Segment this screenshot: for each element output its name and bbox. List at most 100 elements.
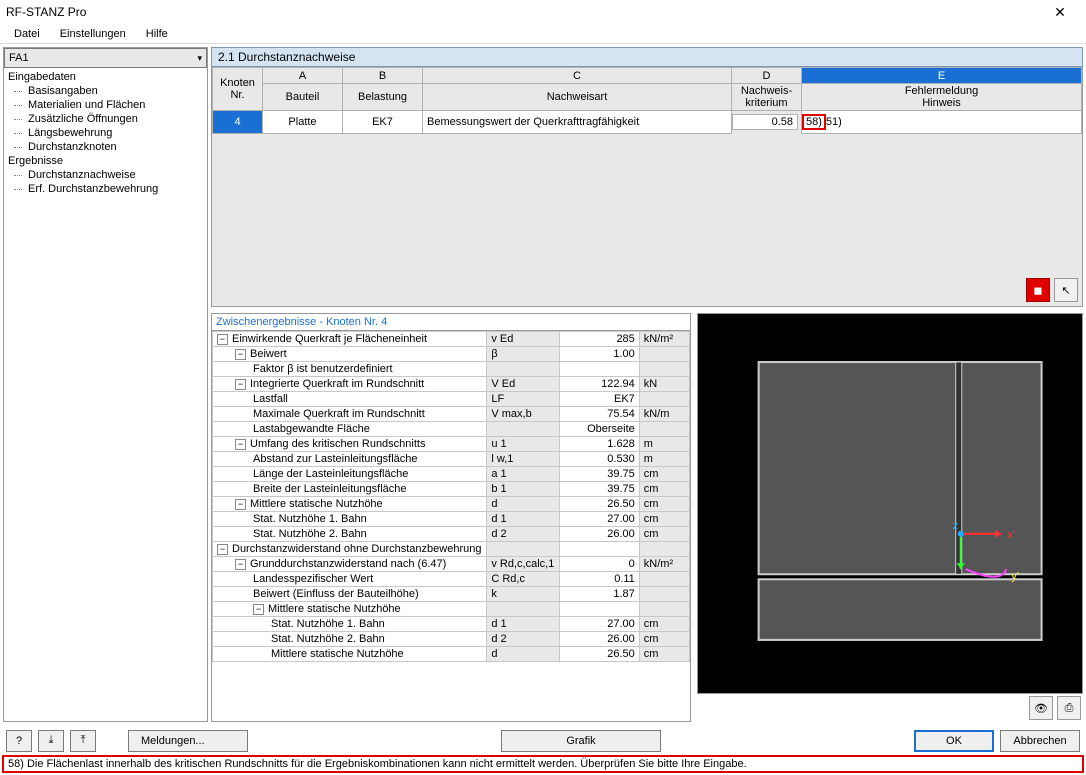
tree-toggle-icon[interactable]: −	[235, 379, 246, 390]
col-letter[interactable]: C	[423, 68, 732, 84]
grafik-button[interactable]: Grafik	[501, 730, 661, 752]
detail-row[interactable]: −Beiwertβ1.00	[213, 347, 690, 362]
tree-toggle-icon[interactable]: −	[235, 349, 246, 360]
detail-symbol: l w,1	[487, 452, 559, 467]
detail-row[interactable]: Länge der Lasteinleitungsflächea 139.75c…	[213, 467, 690, 482]
titlebar: RF-STANZ Pro ✕	[0, 0, 1086, 24]
detail-value: 27.00	[559, 617, 639, 632]
tree-toggle-icon[interactable]: −	[235, 499, 246, 510]
help-icon: ?	[16, 735, 22, 747]
detail-symbol: a 1	[487, 467, 559, 482]
export-button[interactable]: ⤓	[38, 730, 64, 752]
error-filter-button[interactable]: ◼	[1026, 278, 1050, 302]
meldungen-button[interactable]: Meldungen...	[128, 730, 248, 752]
detail-label: Abstand zur Lasteinleitungsfläche	[213, 452, 487, 467]
detail-symbol: d 2	[487, 527, 559, 542]
tree-item[interactable]: Durchstanzknoten	[4, 140, 207, 154]
col-letter[interactable]: D	[732, 68, 802, 84]
tree-toggle-icon[interactable]: −	[235, 559, 246, 570]
detail-row[interactable]: Beiwert (Einfluss der Bauteilhöhe)k1.87	[213, 587, 690, 602]
detail-row[interactable]: −Einwirkende Querkraft je Flächeneinheit…	[213, 332, 690, 347]
tree-item[interactable]: Basisangaben	[4, 84, 207, 98]
detail-row[interactable]: Stat. Nutzhöhe 1. Bahnd 127.00cm	[213, 512, 690, 527]
detail-symbol	[487, 542, 559, 557]
menu-file[interactable]: Datei	[4, 28, 50, 40]
cell-kriterium: 0.58	[732, 114, 798, 130]
detail-row[interactable]: Stat. Nutzhöhe 2. Bahnd 226.00cm	[213, 632, 690, 647]
button-bar: ? ⤓ ⤒ Meldungen... Grafik OK Abbrechen	[0, 725, 1086, 755]
detail-row[interactable]: Mittlere statische Nutzhöhed26.50cm	[213, 647, 690, 662]
tree-item[interactable]: Durchstanznachweise	[4, 168, 207, 182]
detail-label: Mittlere statische Nutzhöhe	[213, 647, 487, 662]
detail-symbol: u 1	[487, 437, 559, 452]
detail-row[interactable]: Breite der Lasteinleitungsflächeb 139.75…	[213, 482, 690, 497]
graphics-viewport[interactable]: x' z y'	[697, 313, 1083, 694]
menu-settings[interactable]: Einstellungen	[50, 28, 136, 40]
fa-select[interactable]: FA1 ▾	[4, 48, 207, 68]
results-grid[interactable]: KnotenNr. A B C D E Bauteil Belastung Na…	[212, 67, 1082, 134]
col-header: Belastung	[343, 84, 423, 111]
detail-row[interactable]: Lastabgewandte FlächeOberseite	[213, 422, 690, 437]
pick-button[interactable]: ↖	[1054, 278, 1078, 302]
tree-toggle-icon[interactable]: −	[217, 334, 228, 345]
detail-scroll[interactable]: −Einwirkende Querkraft je Flächeneinheit…	[212, 331, 690, 721]
ok-button[interactable]: OK	[914, 730, 994, 752]
help-button[interactable]: ?	[6, 730, 32, 752]
detail-value	[559, 602, 639, 617]
col-header: Nachweis- kriterium	[732, 84, 802, 111]
detail-row[interactable]: −Mittlere statische Nutzhöhe	[213, 602, 690, 617]
col-letter[interactable]: E	[802, 68, 1082, 84]
import-button[interactable]: ⤒	[70, 730, 96, 752]
tree-item[interactable]: Erf. Durchstanzbewehrung	[4, 182, 207, 196]
detail-row[interactable]: Maximale Querkraft im RundschnittV max,b…	[213, 407, 690, 422]
close-icon[interactable]: ✕	[1040, 4, 1080, 21]
eye-icon: 👁	[1034, 702, 1048, 715]
tree-toggle-icon[interactable]: −	[235, 439, 246, 450]
detail-unit	[639, 392, 689, 407]
detail-value: Oberseite	[559, 422, 639, 437]
chevron-down-icon: ▾	[197, 53, 202, 64]
tree-item[interactable]: Zusätzliche Öffnungen	[4, 112, 207, 126]
detail-row[interactable]: Faktor β ist benutzerdefiniert	[213, 362, 690, 377]
detail-unit: cm	[639, 497, 689, 512]
detail-value: 39.75	[559, 482, 639, 497]
print-gfx-button[interactable]: ⎙	[1057, 696, 1081, 720]
detail-unit: m	[639, 452, 689, 467]
window-title: RF-STANZ Pro	[6, 5, 1040, 19]
detail-value	[559, 542, 639, 557]
detail-row[interactable]: Abstand zur Lasteinleitungsflächel w,10.…	[213, 452, 690, 467]
col-letter[interactable]: A	[263, 68, 343, 84]
tree-header-input[interactable]: Eingabedaten	[4, 70, 207, 84]
detail-unit	[639, 347, 689, 362]
tree-toggle-icon[interactable]: −	[253, 604, 264, 615]
col-letter[interactable]: B	[343, 68, 423, 84]
view-button[interactable]: 👁	[1029, 696, 1053, 720]
detail-value: 26.00	[559, 527, 639, 542]
export-icon: ⤓	[49, 734, 54, 747]
axis-y-label: y'	[1011, 570, 1019, 582]
detail-row[interactable]: −Integrierte Querkraft im RundschnittV E…	[213, 377, 690, 392]
tree-item[interactable]: Längsbewehrung	[4, 126, 207, 140]
menu-help[interactable]: Hilfe	[136, 28, 178, 40]
detail-row[interactable]: Landesspezifischer WertC Rd,c0.11	[213, 572, 690, 587]
detail-value: EK7	[559, 392, 639, 407]
table-row[interactable]: 4 Platte EK7 Bemessungswert der Querkraf…	[213, 111, 1082, 134]
tree-header-results[interactable]: Ergebnisse	[4, 154, 207, 168]
axis-x-label: x'	[1007, 529, 1015, 541]
detail-value: 0.530	[559, 452, 639, 467]
detail-row[interactable]: LastfallLFEK7	[213, 392, 690, 407]
detail-row[interactable]: Stat. Nutzhöhe 2. Bahnd 226.00cm	[213, 527, 690, 542]
tree-item[interactable]: Materialien und Flächen	[4, 98, 207, 112]
detail-grid[interactable]: −Einwirkende Querkraft je Flächeneinheit…	[212, 331, 690, 662]
detail-row[interactable]: −Grunddurchstanzwiderstand nach (6.47)v …	[213, 557, 690, 572]
tree-toggle-icon[interactable]: −	[217, 544, 228, 555]
detail-symbol: v Rd,c,calc,1	[487, 557, 559, 572]
cancel-button[interactable]: Abbrechen	[1000, 730, 1080, 752]
fa-select-value: FA1	[9, 52, 197, 64]
detail-unit	[639, 572, 689, 587]
detail-row[interactable]: −Umfang des kritischen Rundschnittsu 11.…	[213, 437, 690, 452]
detail-row[interactable]: −Durchstanzwiderstand ohne Durchstanzbew…	[213, 542, 690, 557]
detail-row[interactable]: Stat. Nutzhöhe 1. Bahnd 127.00cm	[213, 617, 690, 632]
detail-row[interactable]: −Mittlere statische Nutzhöhed26.50cm	[213, 497, 690, 512]
detail-unit: kN/m²	[639, 557, 689, 572]
